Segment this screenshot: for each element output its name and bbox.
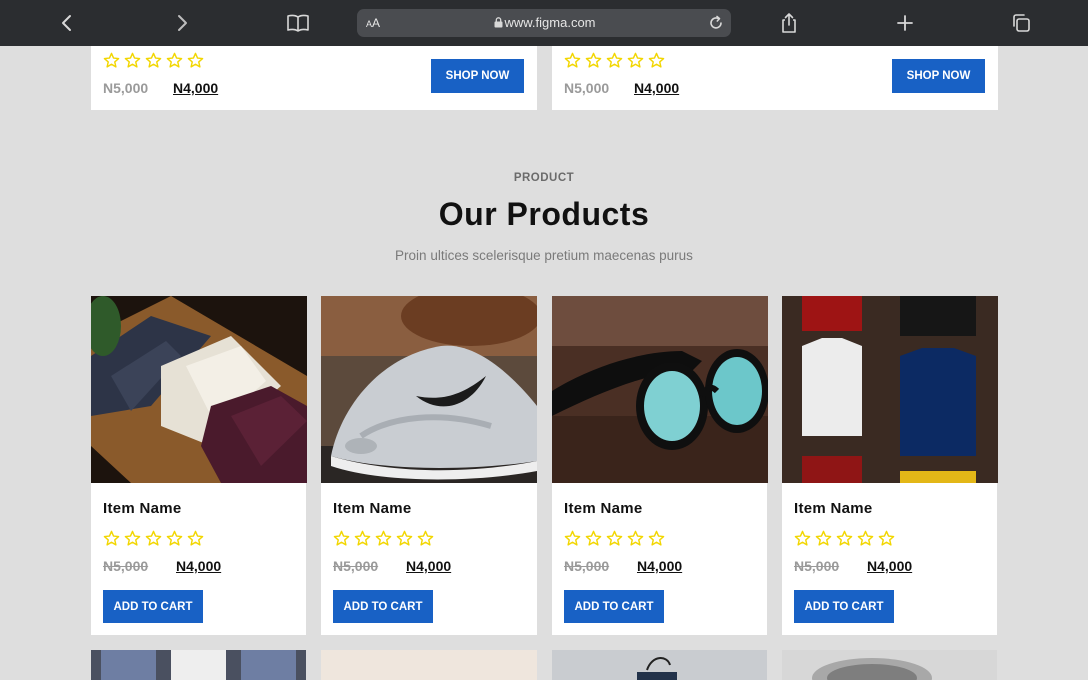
address-bar[interactable]: AA www.figma.com bbox=[357, 9, 731, 37]
star-icon bbox=[878, 530, 895, 546]
product-card-partial bbox=[782, 650, 997, 680]
star-icon bbox=[166, 530, 183, 546]
product-card: Item Name N5,000 N4,000 ADD TO CART bbox=[782, 296, 998, 635]
rating-stars bbox=[103, 530, 204, 547]
product-image-tshirts[interactable] bbox=[782, 296, 998, 483]
forward-button[interactable] bbox=[167, 8, 197, 38]
rating-stars bbox=[564, 530, 665, 547]
url-text: www.figma.com bbox=[504, 15, 596, 30]
new-tab-button[interactable] bbox=[890, 8, 920, 38]
web-page: N5,000 N4,000 SHOP NOW N5,000 N4,000 SHO… bbox=[0, 46, 1088, 680]
product-name: Item Name bbox=[103, 500, 182, 517]
old-price: N5,000 bbox=[564, 80, 610, 96]
tabs-icon bbox=[1013, 14, 1030, 32]
rating-stars bbox=[564, 52, 665, 69]
new-price: N4,000 bbox=[406, 558, 452, 574]
star-icon bbox=[145, 52, 162, 68]
new-price: N4,000 bbox=[634, 80, 680, 96]
reload-icon[interactable] bbox=[707, 14, 725, 32]
star-icon bbox=[606, 530, 623, 546]
star-icon bbox=[585, 530, 602, 546]
browser-toolbar: AA www.figma.com bbox=[0, 0, 1088, 46]
star-icon bbox=[396, 530, 413, 546]
old-price: N5,000 bbox=[564, 558, 610, 574]
star-icon bbox=[648, 52, 665, 68]
star-icon bbox=[187, 530, 204, 546]
product-name: Item Name bbox=[333, 500, 412, 517]
shop-now-button[interactable]: SHOP NOW bbox=[892, 59, 985, 93]
product-image-sunglasses[interactable] bbox=[552, 296, 768, 483]
rating-stars bbox=[333, 530, 434, 547]
add-to-cart-button[interactable]: ADD TO CART bbox=[564, 590, 664, 623]
add-to-cart-button[interactable]: ADD TO CART bbox=[794, 590, 894, 623]
product-card: Item Name N5,000 N4,000 ADD TO CART bbox=[552, 296, 768, 635]
top-product-card: N5,000 N4,000 SHOP NOW bbox=[91, 46, 537, 110]
star-icon bbox=[124, 530, 141, 546]
product-card: Item Name N5,000 N4,000 ADD TO CART bbox=[91, 296, 307, 635]
new-price: N4,000 bbox=[637, 558, 683, 574]
star-icon bbox=[333, 530, 350, 546]
new-price: N4,000 bbox=[173, 80, 219, 96]
top-product-card: N5,000 N4,000 SHOP NOW bbox=[552, 46, 998, 110]
product-image-sneaker[interactable] bbox=[321, 296, 537, 483]
star-icon bbox=[857, 530, 874, 546]
new-price: N4,000 bbox=[867, 558, 913, 574]
star-icon bbox=[627, 530, 644, 546]
old-price: N5,000 bbox=[333, 558, 379, 574]
star-icon bbox=[354, 530, 371, 546]
product-image-partial[interactable] bbox=[552, 650, 767, 680]
add-to-cart-button[interactable]: ADD TO CART bbox=[103, 590, 203, 623]
old-price: N5,000 bbox=[103, 80, 149, 96]
star-icon bbox=[836, 530, 853, 546]
product-name: Item Name bbox=[794, 500, 873, 517]
product-image-partial[interactable] bbox=[91, 650, 306, 680]
star-icon bbox=[166, 52, 183, 68]
share-icon bbox=[782, 13, 796, 33]
star-icon bbox=[145, 530, 162, 546]
product-image-partial[interactable] bbox=[782, 650, 997, 680]
chevron-right-icon bbox=[178, 15, 187, 31]
old-price: N5,000 bbox=[794, 558, 840, 574]
chevron-left-icon bbox=[62, 15, 71, 31]
star-icon bbox=[417, 530, 434, 546]
share-button[interactable] bbox=[774, 8, 804, 38]
bookmarks-button[interactable] bbox=[283, 8, 313, 38]
product-card-partial bbox=[91, 650, 306, 680]
old-price: N5,000 bbox=[103, 558, 149, 574]
star-icon bbox=[103, 52, 120, 68]
star-icon bbox=[564, 530, 581, 546]
section-subtitle: Proin ultices scelerisque pretium maecen… bbox=[395, 248, 693, 263]
section-title: Our Products bbox=[438, 196, 650, 232]
rating-stars bbox=[794, 530, 895, 547]
star-icon bbox=[815, 530, 832, 546]
product-card-partial bbox=[321, 650, 537, 680]
star-icon bbox=[794, 530, 811, 546]
star-icon bbox=[564, 52, 581, 68]
section-label: PRODUCT bbox=[513, 172, 575, 184]
star-icon bbox=[103, 530, 120, 546]
star-icon bbox=[124, 52, 141, 68]
star-icon bbox=[627, 52, 644, 68]
product-image-shirts[interactable] bbox=[91, 296, 307, 483]
new-price: N4,000 bbox=[176, 558, 222, 574]
plus-icon bbox=[897, 15, 913, 31]
back-button[interactable] bbox=[52, 8, 82, 38]
product-card-partial bbox=[552, 650, 767, 680]
star-icon bbox=[585, 52, 602, 68]
tabs-overview-button[interactable] bbox=[1006, 8, 1036, 38]
star-icon bbox=[187, 52, 204, 68]
book-icon bbox=[287, 14, 309, 32]
rating-stars bbox=[103, 52, 204, 69]
product-name: Item Name bbox=[564, 500, 643, 517]
star-icon bbox=[375, 530, 392, 546]
add-to-cart-button[interactable]: ADD TO CART bbox=[333, 590, 433, 623]
star-icon bbox=[648, 530, 665, 546]
product-card: Item Name N5,000 N4,000 ADD TO CART bbox=[321, 296, 537, 635]
star-icon bbox=[606, 52, 623, 68]
shop-now-button[interactable]: SHOP NOW bbox=[431, 59, 524, 93]
